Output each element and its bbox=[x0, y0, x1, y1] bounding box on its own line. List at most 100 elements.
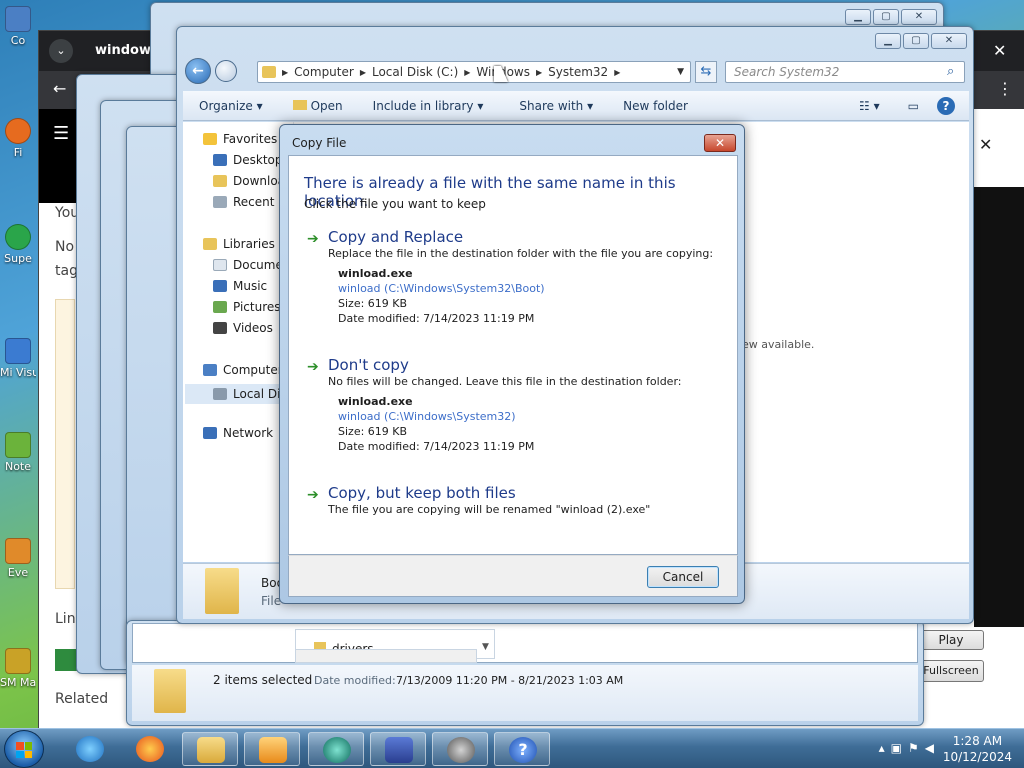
taskbar-network-tool[interactable] bbox=[432, 732, 488, 766]
tray-flag-icon[interactable]: ⚑ bbox=[908, 741, 925, 755]
preview-pane-icon[interactable]: ▭ bbox=[908, 99, 919, 113]
desktop-icon-everything[interactable]: Eve bbox=[0, 536, 36, 592]
dialog-subheading: Click the file you want to keep bbox=[304, 197, 486, 211]
folder-icon bbox=[154, 669, 186, 713]
option-copy-and-replace[interactable]: ➔ Copy and Replace Replace the file in t… bbox=[307, 228, 727, 328]
file-name: winload.exe bbox=[338, 395, 413, 408]
share-with-menu[interactable]: Share with ▾ bbox=[519, 99, 593, 113]
desktop-icon-firefox[interactable]: Fi bbox=[0, 116, 36, 172]
dialog-body: There is already a file with the same na… bbox=[288, 155, 738, 555]
panel-close-icon[interactable]: ✕ bbox=[979, 135, 992, 154]
browser-menu-icon[interactable]: ⋮ bbox=[997, 79, 1013, 98]
file-size: Size: 619 KB bbox=[338, 297, 408, 310]
taskbar-firefox[interactable] bbox=[122, 732, 178, 766]
option-title: Copy, but keep both files bbox=[328, 484, 516, 502]
desktop-icon-computer[interactable]: Co bbox=[0, 4, 36, 60]
refresh-icon[interactable]: ⇆ bbox=[695, 61, 717, 83]
nav-network[interactable]: Network bbox=[203, 426, 273, 440]
folder-icon bbox=[262, 66, 276, 78]
green-button[interactable] bbox=[55, 649, 77, 671]
tray-expand-icon[interactable]: ▴ bbox=[879, 741, 891, 755]
fullscreen-button[interactable]: Fullscreen bbox=[918, 660, 984, 682]
organize-menu[interactable]: Organize ▾ bbox=[199, 99, 263, 113]
option-title: Copy and Replace bbox=[328, 228, 464, 246]
help-icon: ? bbox=[509, 737, 537, 763]
desktop-icon-super[interactable]: Supe bbox=[0, 222, 36, 278]
dialog-footer: Cancel bbox=[288, 555, 738, 597]
breadcrumb-system32[interactable]: System32 bbox=[548, 65, 608, 79]
breadcrumb-computer[interactable]: Computer bbox=[294, 65, 354, 79]
nav-local-disk[interactable]: Local Dis bbox=[185, 384, 293, 404]
address-bar[interactable]: ▶ Computer ▶ Local Disk (C:) ▶ Windows ▶… bbox=[257, 61, 691, 83]
nav-computer[interactable]: Computer bbox=[203, 363, 283, 377]
dialog-close-button[interactable]: ✕ bbox=[704, 134, 736, 152]
option-keep-both[interactable]: ➔ Copy, but keep both files The file you… bbox=[307, 484, 727, 524]
breadcrumb-local-disk[interactable]: Local Disk (C:) bbox=[372, 65, 458, 79]
system-clock[interactable]: 1:28 AM 10/12/2024 bbox=[943, 733, 1012, 765]
address-dropdown-icon[interactable]: ▼ bbox=[677, 67, 684, 77]
new-folder-button[interactable]: New folder bbox=[623, 99, 688, 113]
star-icon bbox=[203, 133, 217, 145]
selection-status: 2 items selected bbox=[213, 673, 313, 687]
hamburger-menu-icon[interactable]: ☰ bbox=[53, 123, 69, 144]
help-icon[interactable]: ? bbox=[937, 96, 955, 115]
details-pane: 2 items selected Date modified: 7/13/200… bbox=[132, 665, 918, 721]
tray-network-icon[interactable]: ▣ bbox=[891, 741, 908, 755]
scroll-down-icon[interactable]: ▼ bbox=[482, 642, 489, 652]
nav-videos[interactable]: Videos bbox=[213, 321, 273, 335]
view-options-icon[interactable]: ☷ ▾ bbox=[859, 99, 880, 113]
minimize-icon[interactable]: ▁ bbox=[875, 33, 901, 49]
minimize-icon[interactable]: ▁ bbox=[845, 9, 871, 25]
nav-pictures[interactable]: Pictures bbox=[213, 300, 281, 314]
explorer-window-bottom: drivers ▼ 2 items selected Date modified… bbox=[126, 620, 924, 726]
taskbar-help[interactable]: ? bbox=[494, 732, 550, 766]
tray-volume-icon[interactable]: ◀ bbox=[925, 741, 940, 755]
nav-libraries[interactable]: Libraries bbox=[203, 237, 275, 251]
file-date: Date modified: 7/14/2023 11:19 PM bbox=[338, 440, 535, 453]
option-dont-copy[interactable]: ➔ Don't copy No files will be changed. L… bbox=[307, 356, 727, 456]
desktop-icon-notepad[interactable]: Note bbox=[0, 430, 36, 486]
taskbar-media-player[interactable] bbox=[244, 732, 300, 766]
maximize-icon[interactable]: ▢ bbox=[903, 33, 929, 49]
taskbar-file-explorer[interactable] bbox=[182, 732, 238, 766]
everything-icon bbox=[5, 538, 31, 564]
search-input[interactable]: Search System32 bbox=[725, 61, 965, 83]
horizontal-scrollbar[interactable] bbox=[295, 649, 477, 663]
computer-icon bbox=[203, 364, 217, 376]
libraries-icon bbox=[203, 238, 217, 250]
page-text-fragment: Related bbox=[55, 691, 109, 707]
nav-favorites[interactable]: Favorites bbox=[203, 132, 277, 146]
include-in-library-menu[interactable]: Include in library ▾ bbox=[373, 99, 484, 113]
copy-file-dialog: Copy File ✕ There is already a file with… bbox=[279, 124, 745, 604]
tab-search-icon[interactable]: ⌄ bbox=[49, 39, 73, 63]
taskbar: ? ▴▣⚑◀ 1:28 AM 10/12/2024 bbox=[0, 728, 1024, 768]
cancel-button[interactable]: Cancel bbox=[647, 566, 719, 588]
system-tray: ▴▣⚑◀ bbox=[879, 741, 940, 755]
date-modified-label: Date modified: bbox=[314, 674, 396, 687]
back-arrow-icon[interactable]: ← bbox=[53, 79, 66, 98]
navigation-pane: Favorites Desktop Download Recent P Libr… bbox=[183, 122, 293, 562]
file-date: Date modified: 7/14/2023 11:19 PM bbox=[338, 312, 535, 325]
taskbar-internet-explorer[interactable] bbox=[62, 732, 118, 766]
back-button[interactable]: ← bbox=[185, 58, 211, 84]
documents-icon bbox=[213, 259, 227, 271]
browser-tab-title[interactable]: window bbox=[95, 43, 151, 58]
taskbar-checklist[interactable] bbox=[370, 732, 426, 766]
start-button[interactable] bbox=[4, 730, 44, 768]
close-icon[interactable]: ✕ bbox=[931, 33, 967, 49]
taskbar-app-circle[interactable] bbox=[308, 732, 364, 766]
nav-music[interactable]: Music bbox=[213, 279, 267, 293]
option-title: Don't copy bbox=[328, 356, 409, 374]
nav-desktop[interactable]: Desktop bbox=[213, 153, 283, 167]
forward-button[interactable] bbox=[215, 60, 237, 82]
open-button[interactable]: Open bbox=[292, 99, 343, 113]
close-icon[interactable]: ✕ bbox=[901, 9, 937, 25]
desktop-icon-visual-studio[interactable]: Mi Visua bbox=[0, 336, 36, 406]
play-button[interactable]: Play bbox=[918, 630, 984, 650]
browser-close-icon[interactable]: ✕ bbox=[993, 41, 1006, 60]
nav-recent-places[interactable]: Recent P bbox=[213, 195, 286, 209]
command-bar: Organize ▾ Open Include in library ▾ Sha… bbox=[183, 91, 969, 121]
maximize-icon[interactable]: ▢ bbox=[873, 9, 899, 25]
desktop-icon-sms[interactable]: SM Ma bbox=[0, 646, 36, 716]
nav-documents[interactable]: Docume bbox=[213, 258, 283, 272]
